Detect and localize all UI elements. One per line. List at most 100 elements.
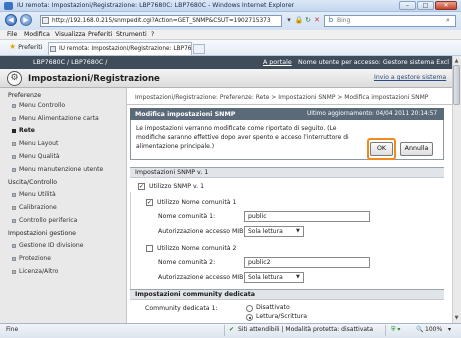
community2-mib-value: Sola lettura bbox=[248, 274, 283, 281]
search-input[interactable]: Bing bbox=[324, 15, 456, 27]
radio-lettura-scrittura[interactable] bbox=[246, 314, 253, 321]
bullet-icon bbox=[12, 257, 16, 261]
portal-link[interactable]: A portale bbox=[263, 59, 292, 66]
menu-preferiti[interactable]: Preferiti bbox=[88, 31, 112, 38]
sidebar-item-rete[interactable]: Rete bbox=[19, 127, 35, 134]
confirm-message: Le impostazioni verranno modificate come… bbox=[136, 125, 349, 150]
menu-help[interactable]: ? bbox=[151, 31, 154, 38]
ie-icon bbox=[4, 2, 13, 10]
bullet-icon bbox=[12, 155, 16, 159]
sidebar-group-preferenze: Preferenze bbox=[8, 92, 42, 99]
use-community2-label: Utilizzo Nome comunità 2 bbox=[157, 245, 237, 252]
new-tab-button[interactable] bbox=[193, 44, 205, 54]
sidebar-item-licenza[interactable]: Licenza/Altro bbox=[19, 268, 58, 275]
sidebar-item-gestione-id[interactable]: Gestione ID divisione bbox=[19, 242, 84, 249]
community2-mib-select[interactable]: Sola lettura bbox=[244, 272, 304, 283]
sidebar-item-utilita[interactable]: Menu Utilità bbox=[19, 191, 56, 198]
zoom-icon[interactable]: 🔍 bbox=[416, 326, 423, 333]
address-input[interactable]: http://192.168.0.215/snmpedit.cgi?Action… bbox=[40, 15, 282, 27]
sidebar-item-calibrazione[interactable]: Calibrazione bbox=[19, 204, 57, 211]
cancel-button[interactable]: Annulla bbox=[400, 142, 433, 156]
settings-logo-icon: ⚙ bbox=[7, 71, 22, 86]
device-name: LBP7680C / LBP7680C / bbox=[33, 59, 108, 66]
sidebar-item-protezione[interactable]: Protezione bbox=[19, 255, 51, 262]
scroll-down-icon[interactable]: ▼ bbox=[453, 314, 460, 322]
forward-button[interactable]: ▶ bbox=[20, 14, 32, 26]
bullet-icon bbox=[12, 270, 16, 274]
scroll-thumb[interactable] bbox=[453, 65, 460, 105]
bullet-icon bbox=[12, 219, 16, 223]
minimize-button[interactable]: – bbox=[399, 1, 416, 10]
window-title: IU remota: Impostazioni/Registrazione: L… bbox=[17, 2, 295, 9]
divider bbox=[385, 325, 386, 336]
divider bbox=[127, 104, 452, 105]
bullet-icon bbox=[12, 244, 16, 248]
page-title: Impostazioni/Registrazione bbox=[28, 74, 160, 84]
sidebar-group-uscita: Uscita/Controllo bbox=[8, 179, 58, 186]
radio-disattivato-label: Disattivato bbox=[256, 304, 290, 311]
bullet-icon bbox=[12, 117, 16, 121]
ok-button[interactable]: OK bbox=[370, 142, 393, 156]
community2-mib-label: Autorizzazione accesso MIB: bbox=[158, 274, 246, 281]
favorites-label: Preferiti bbox=[18, 44, 43, 51]
breadcrumb: Impostazioni/Registrazione: Preferenze: … bbox=[135, 94, 429, 101]
bing-icon: b bbox=[328, 16, 334, 24]
sidebar-item-qualita[interactable]: Menu Qualità bbox=[19, 153, 60, 160]
favorites-button[interactable]: ★ Preferiti bbox=[9, 42, 43, 52]
bullet-icon bbox=[12, 104, 16, 108]
menu-modifica[interactable]: Modifica bbox=[24, 31, 50, 38]
community1-name-label: Nome comunità 1: bbox=[158, 213, 216, 220]
section-snmp-v1: Impostazioni SNMP v. 1 bbox=[130, 167, 444, 178]
sidebar-item-layout[interactable]: Menu Layout bbox=[19, 140, 58, 147]
sidebar-item-manutenzione[interactable]: Menu manutenzione utente bbox=[19, 166, 103, 173]
bullet-icon bbox=[12, 129, 16, 133]
chevron-down-icon: ▼ bbox=[296, 228, 300, 234]
zone-check-icon: ✔ bbox=[229, 326, 235, 333]
protected-mode-icon[interactable]: ⛨ ▾ bbox=[391, 326, 400, 334]
community1-mib-label: Autorizzazione accesso MIB: bbox=[158, 228, 246, 235]
bullet-icon bbox=[12, 193, 16, 197]
use-community1-checkbox[interactable]: ✓ bbox=[146, 199, 153, 206]
dropdown-icon[interactable]: ▾ bbox=[284, 15, 294, 26]
stop-icon[interactable]: ✕ bbox=[312, 15, 322, 26]
search-icon[interactable]: ⌕ bbox=[443, 15, 453, 26]
confirm-box-title: Modifica impostazioni SNMP bbox=[135, 111, 236, 118]
bullet-icon bbox=[12, 168, 16, 172]
indent-line bbox=[130, 192, 131, 297]
community2-name-input[interactable]: public2 bbox=[244, 257, 370, 268]
section-dedicated: Impostazioni community dedicata bbox=[130, 289, 444, 300]
menu-strumenti[interactable]: Strumenti bbox=[116, 31, 147, 38]
divider bbox=[224, 325, 225, 336]
menu-visualizza[interactable]: Visualizza bbox=[55, 31, 85, 38]
user-info: Nome utente per accesso: Gestore sistema… bbox=[298, 59, 450, 66]
zoom-level[interactable]: 100% bbox=[425, 326, 442, 333]
chevron-down-icon: ▼ bbox=[296, 274, 300, 280]
scroll-up-icon[interactable]: ▲ bbox=[453, 57, 460, 65]
radio-disattivato[interactable] bbox=[246, 305, 253, 312]
use-community2-checkbox[interactable] bbox=[146, 245, 153, 252]
back-button[interactable]: ◀ bbox=[5, 14, 17, 26]
menu-file[interactable]: File bbox=[7, 31, 17, 38]
use-community1-label: Utilizzo Nome comunità 1 bbox=[157, 199, 237, 206]
radio-lettura-scrittura-label: Lettura/Scrittura bbox=[256, 313, 308, 320]
sidebar-item-controllo-periferica[interactable]: Controllo periferica bbox=[19, 217, 77, 224]
dedicated-label: Community dedicata 1: bbox=[145, 305, 218, 312]
community1-name-input[interactable]: public bbox=[244, 211, 370, 222]
zoom-dropdown-icon[interactable]: ▾ bbox=[448, 326, 451, 333]
sidebar-group-gestione: Impostazioni gestione bbox=[8, 230, 76, 237]
security-zone: Siti attendibili | Modalità protetta: di… bbox=[238, 326, 374, 333]
community1-mib-select[interactable]: Sola lettura bbox=[244, 226, 304, 237]
last-update: Ultimo aggiornamento: 04/04 2011 20:14:5… bbox=[307, 111, 438, 117]
tab-page-icon bbox=[50, 46, 56, 52]
mail-admin-link[interactable]: Invio a gestore sistema bbox=[374, 74, 446, 81]
maximize-button[interactable]: □ bbox=[417, 1, 434, 10]
use-snmp-v1-checkbox[interactable]: ✓ bbox=[138, 183, 145, 190]
use-snmp-v1-label: Utilizzo SNMP v. 1 bbox=[149, 183, 205, 190]
tab-current[interactable]: IU remota: Impostazioni/Registrazione: L… bbox=[48, 42, 192, 55]
sidebar-item-alimentazione-carta[interactable]: Menu Alimentazione carta bbox=[19, 115, 99, 122]
status-text: Fine bbox=[6, 326, 19, 333]
close-button[interactable]: ✕ bbox=[435, 1, 457, 10]
star-icon: ★ bbox=[9, 42, 17, 51]
sidebar-item-menu-controllo[interactable]: Menu Controllo bbox=[19, 102, 65, 109]
bullet-icon bbox=[12, 142, 16, 146]
